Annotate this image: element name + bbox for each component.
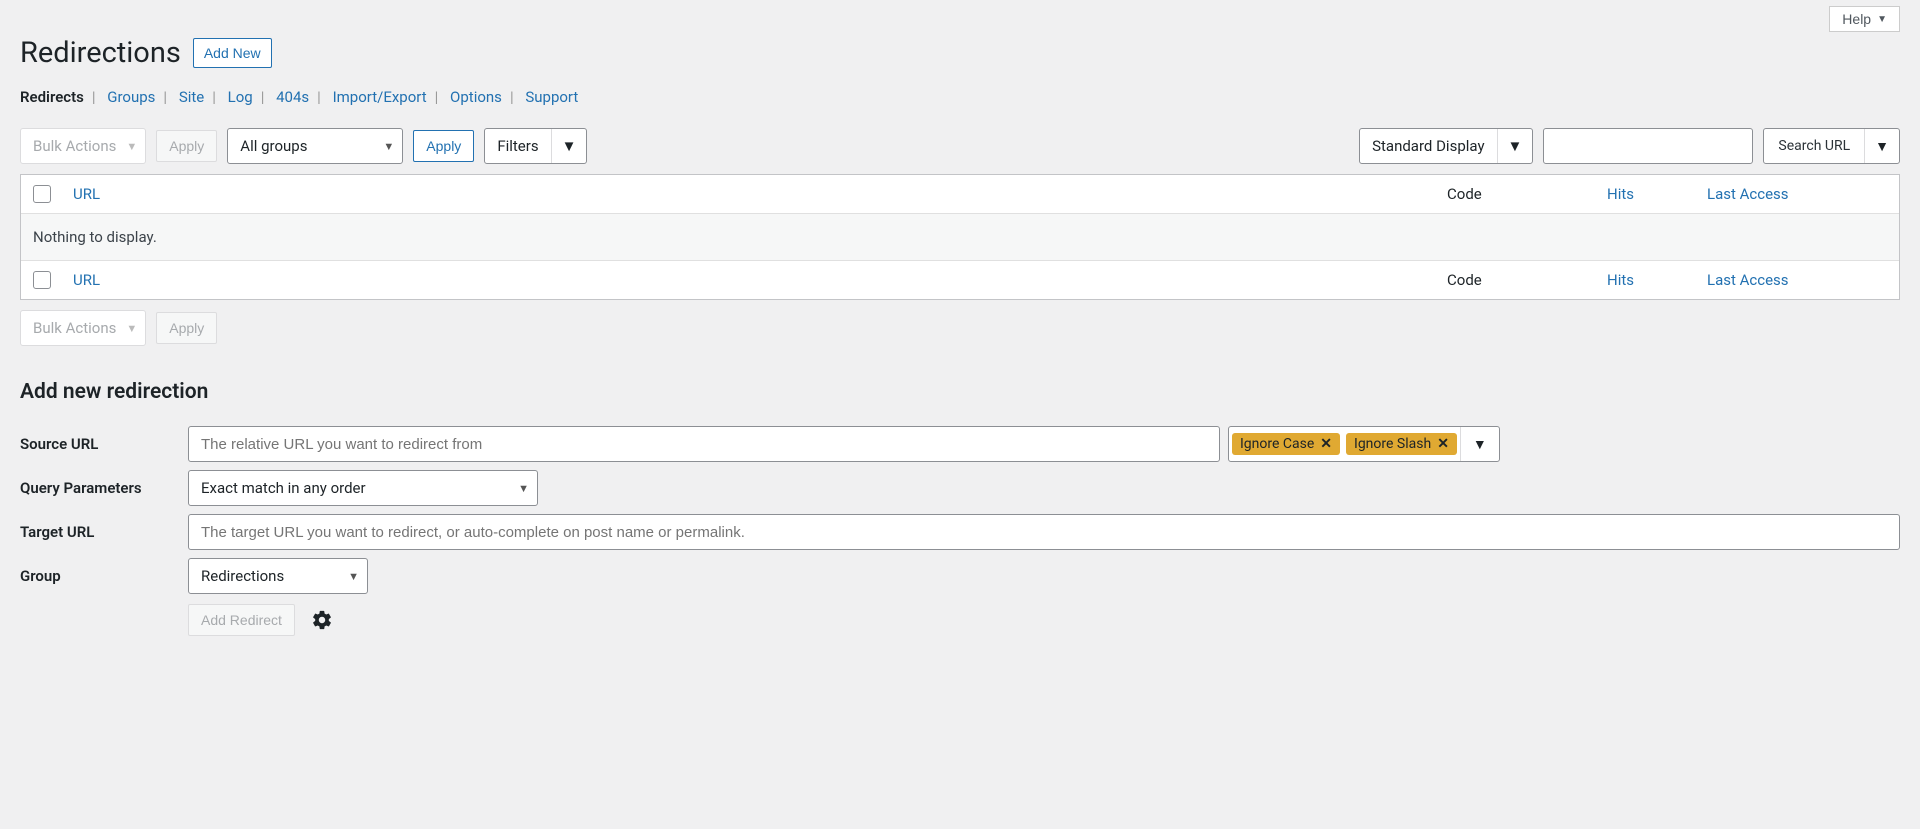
column-last-access-footer[interactable]: Last Access [1707,271,1887,289]
tab-404s[interactable]: 404s [276,88,309,106]
gear-icon[interactable] [311,609,333,631]
search-input[interactable] [1543,128,1753,164]
filters-select[interactable]: Filters ▼ [484,128,587,164]
page-title: Redirections [20,36,181,70]
chevron-down-icon: ▼ [1864,129,1899,163]
query-params-select[interactable]: Exact match in any order ▼ [188,470,538,506]
search-url-label: Search URL [1764,129,1864,163]
apply-groups-button[interactable]: Apply [413,130,474,162]
target-url-label: Target URL [20,523,188,541]
select-all-checkbox-top[interactable] [33,185,51,203]
bulk-actions-label: Bulk Actions [33,137,116,155]
url-flags: Ignore Case ✕ Ignore Slash ✕ ▼ [1228,426,1500,462]
chevron-down-icon: ▼ [348,570,359,583]
help-label: Help [1842,11,1871,27]
flags-dropdown[interactable]: ▼ [1460,427,1499,461]
groups-label: All groups [240,137,307,155]
column-url[interactable]: URL [73,185,1447,203]
source-url-input[interactable] [188,426,1220,462]
add-form-heading: Add new redirection [20,380,1900,404]
display-mode-select[interactable]: Standard Display ▼ [1359,128,1533,164]
chevron-down-icon: ▼ [551,129,587,163]
nav-tabs: Redirects| Groups| Site| Log| 404s| Impo… [20,88,1900,106]
chevron-down-icon: ▼ [1497,129,1533,163]
tab-redirects[interactable]: Redirects [20,88,84,106]
column-code: Code [1447,185,1607,203]
chevron-down-icon: ▼ [383,140,394,153]
filters-label: Filters [485,129,550,163]
close-icon[interactable]: ✕ [1320,436,1332,452]
close-icon[interactable]: ✕ [1437,436,1449,452]
group-select[interactable]: Redirections ▼ [188,558,368,594]
tab-options[interactable]: Options [450,88,502,106]
query-params-label: Query Parameters [20,479,188,497]
chevron-down-icon: ▼ [1473,436,1487,453]
column-code-footer: Code [1447,271,1607,289]
bulk-actions-label: Bulk Actions [33,319,116,337]
chevron-down-icon: ▼ [126,322,137,335]
group-label: Group [20,567,188,585]
add-new-button[interactable]: Add New [193,38,272,68]
column-last-access[interactable]: Last Access [1707,185,1887,203]
tab-site[interactable]: Site [179,88,204,106]
apply-button-bottom[interactable]: Apply [156,312,217,344]
help-button[interactable]: Help ▼ [1829,6,1900,32]
bulk-actions-select-bottom[interactable]: Bulk Actions ▼ [20,310,146,346]
column-hits-footer[interactable]: Hits [1607,271,1707,289]
ignore-case-chip[interactable]: Ignore Case ✕ [1232,433,1340,455]
apply-button-top[interactable]: Apply [156,130,217,162]
table-empty-message: Nothing to display. [21,214,1899,260]
ignore-slash-chip[interactable]: Ignore Slash ✕ [1346,433,1457,455]
tab-support[interactable]: Support [525,88,578,106]
tab-log[interactable]: Log [228,88,253,106]
tab-groups[interactable]: Groups [107,88,155,106]
add-redirect-button[interactable]: Add Redirect [188,604,295,636]
group-value: Redirections [201,567,284,585]
bulk-actions-select[interactable]: Bulk Actions ▼ [20,128,146,164]
chevron-down-icon: ▼ [1877,14,1887,25]
column-hits[interactable]: Hits [1607,185,1707,203]
display-mode-label: Standard Display [1360,129,1496,163]
ignore-slash-label: Ignore Slash [1354,436,1431,452]
search-url-button[interactable]: Search URL ▼ [1763,128,1900,164]
chevron-down-icon: ▼ [518,482,529,495]
chevron-down-icon: ▼ [126,140,137,153]
query-params-value: Exact match in any order [201,479,366,497]
target-url-input[interactable] [188,514,1900,550]
groups-select[interactable]: All groups ▼ [227,128,403,164]
column-url-footer[interactable]: URL [73,271,1447,289]
ignore-case-label: Ignore Case [1240,436,1314,452]
select-all-checkbox-bottom[interactable] [33,271,51,289]
tab-import-export[interactable]: Import/Export [333,88,427,106]
source-url-label: Source URL [20,435,188,453]
redirects-table: URL Code Hits Last Access Nothing to dis… [20,174,1900,300]
